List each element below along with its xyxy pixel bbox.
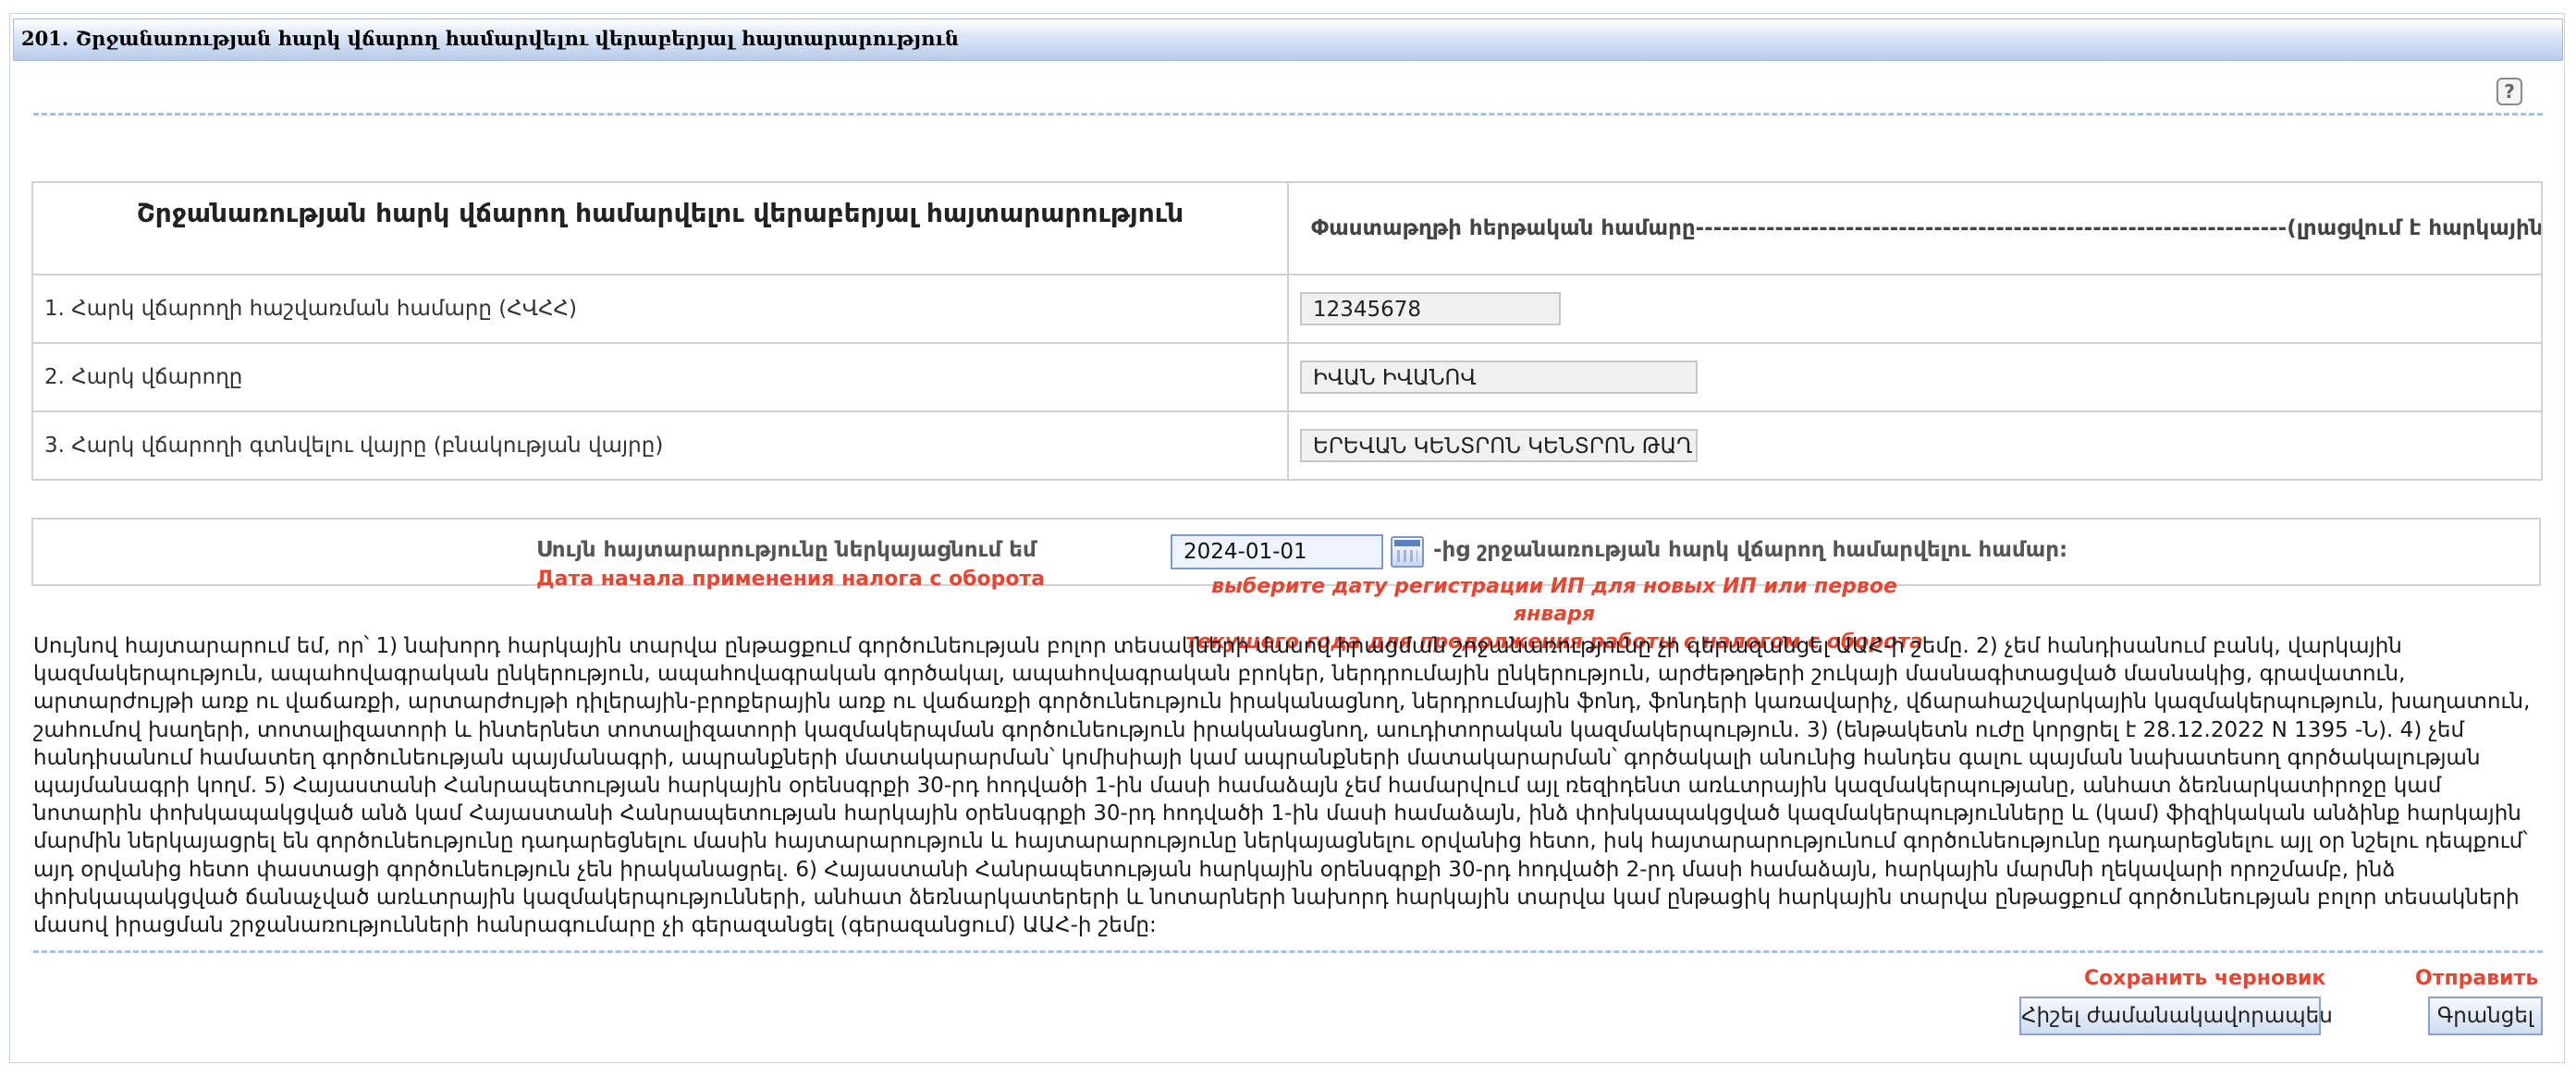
title-bar: 201. Շրջանառության հարկ վճարող համարվելո… <box>13 18 2563 61</box>
start-date-input[interactable]: 2024-01-01 <box>1171 534 1383 569</box>
page-title: 201. Շրջանառության հարկ վճարող համարվելո… <box>21 27 959 50</box>
address-label: 3. Հարկ վճարողի գտնվելու վայրը (բնակությ… <box>31 410 1289 481</box>
date-suffix-text: -ից շրջանառության հարկ վճարող համարվելու… <box>1433 538 2068 562</box>
tin-field[interactable]: 12345678 <box>1300 292 1561 325</box>
table-row: 2. Հարկ վճարողը ԻՎԱՆ ԻՎԱՆՈՎ <box>31 342 2543 412</box>
address-field[interactable]: ԵՐԵՎԱՆ ԿԵՆՏՐՈՆ ԿԵՆՏՐՈՆ ԹԱՂ <box>1300 429 1698 462</box>
tin-label: 1. Հարկ վճարողի հաշվառման համարը (ՀՎՀՀ) <box>31 274 1289 344</box>
date-hint-line1: выберите дату регистрации ИП для новых И… <box>1211 575 1897 626</box>
calendar-icon[interactable] <box>1391 536 1424 568</box>
table-header-row: Շրջանառության հարկ վճարող համարվելու վեր… <box>31 181 2543 275</box>
question-help-icon[interactable]: ? <box>2496 78 2522 105</box>
save-draft-button[interactable]: Հիշել ժամանակավորապես <box>2019 997 2333 1035</box>
taxpayer-label: 2. Հարկ վճարողը <box>31 342 1289 412</box>
submit-button[interactable]: Գրանցել <box>2428 997 2543 1035</box>
top-divider <box>33 113 2543 116</box>
confirmation-text: Սույնով հայտարարում եմ, որ՝ 1) նախորդ հա… <box>33 634 2531 938</box>
draft-hint: Сохранить черновик <box>2084 967 2326 990</box>
send-hint: Отправить <box>2415 967 2539 990</box>
taxpayer-name-field[interactable]: ԻՎԱՆ ԻՎԱՆՈՎ <box>1300 361 1698 394</box>
table-row: 3. Հարկ վճարողի գտնվելու վայրը (բնակությ… <box>31 410 2543 481</box>
taxpayer-info-table: Շրջանառության հարկ վճարող համարվելու վեր… <box>31 181 2543 481</box>
declaration-label-hint: Дата начала применения налога с оборота <box>536 568 1046 591</box>
table-row: 1. Հարկ վճարողի հաշվառման համարը (ՀՎՀՀ) … <box>31 274 2543 344</box>
declaration-label: Սույն հայտարարությունը ներկայացնում եմ <box>536 538 1037 562</box>
bottom-divider <box>33 950 2543 953</box>
document-number-label: Փաստաթղթի հերթական համարը---------------… <box>1287 181 2543 275</box>
form-heading: Շրջանառության հարկ վճարող համարվելու վեր… <box>31 181 1289 275</box>
